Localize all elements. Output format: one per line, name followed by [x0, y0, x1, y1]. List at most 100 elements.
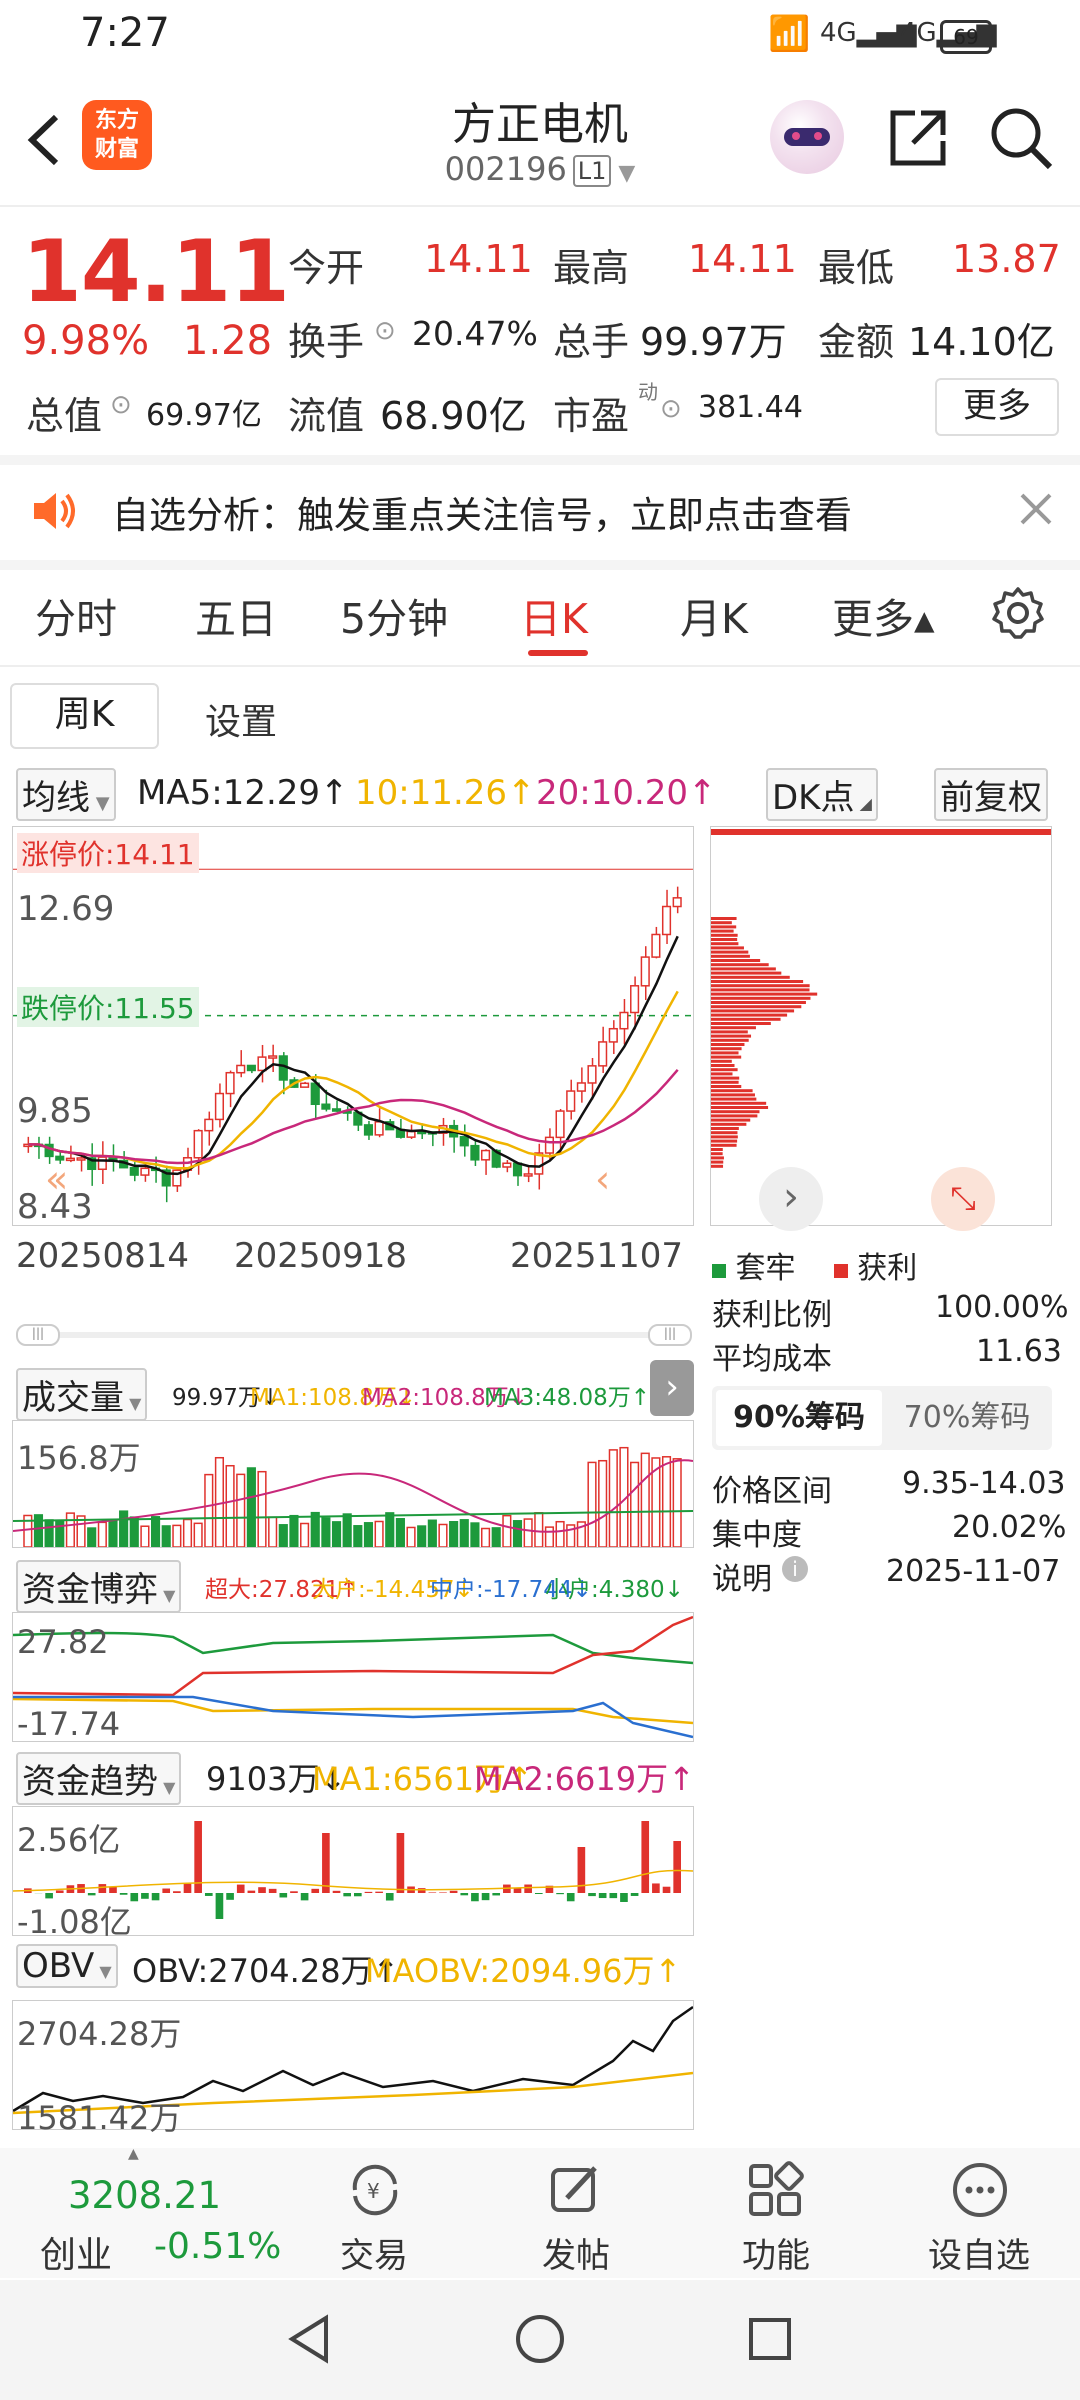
dk-point-button[interactable]: DK点 ◢ — [766, 768, 878, 821]
tab-5min[interactable]: 5分钟 — [340, 585, 448, 645]
add-favorite-button[interactable]: 设自选 — [910, 2148, 1050, 2278]
pe-label: 市盈 — [553, 394, 630, 438]
ai-assistant-avatar[interactable] — [770, 100, 844, 174]
tab-more[interactable]: 更多▴ — [832, 585, 935, 645]
obv-chart[interactable]: 2704.28万 1581.42万 — [12, 2000, 694, 2137]
expand-icon[interactable]: ⤡ — [931, 1167, 995, 1231]
fund-trend-bar — [183, 1883, 192, 1893]
volume-chart[interactable]: 156.8万 — [12, 1420, 694, 1548]
function-button[interactable]: 功能 — [720, 2148, 830, 2278]
tab-five-day[interactable]: 五日 — [195, 585, 277, 645]
fund-game-chart[interactable]: 27.82 -17.74 — [12, 1612, 694, 1743]
grid-icon — [745, 2160, 805, 2224]
turnover-label: 换手 — [288, 320, 365, 364]
range-scrollbar[interactable]: ||| ||| — [16, 1324, 692, 1346]
settings-link[interactable]: 设置 — [205, 693, 277, 745]
info-icon[interactable]: ⊙ — [374, 316, 396, 346]
candle-body — [480, 1149, 491, 1161]
index-name: 创业 — [40, 2235, 113, 2276]
info-icon[interactable]: ⊙ — [110, 390, 132, 420]
volume-bar — [129, 1516, 139, 1547]
volume-bar — [459, 1519, 469, 1547]
more-button[interactable]: 更多 — [935, 378, 1059, 436]
chip-bar — [711, 1022, 771, 1025]
chip-bar — [711, 992, 818, 996]
info-icon[interactable]: i — [782, 1556, 808, 1582]
home-nav-icon[interactable] — [513, 2312, 567, 2370]
chip-bar — [711, 1135, 738, 1139]
indicator-selector-fund-game[interactable]: 资金博弈 ▼ — [16, 1560, 182, 1613]
info-icon[interactable]: ⊙ — [660, 394, 682, 424]
post-button[interactable]: 发帖 — [520, 2148, 630, 2278]
chip-bar — [711, 1156, 724, 1160]
price-range-value: 9.35-14.03 — [902, 1466, 1066, 1501]
volume-bar — [534, 1512, 544, 1547]
candle-body — [246, 1064, 256, 1072]
back-nav-icon[interactable] — [282, 2312, 336, 2370]
float-label: 流值 — [288, 394, 365, 438]
tab-daily-k[interactable]: 日K — [520, 585, 588, 645]
x-label-2: 20250918 — [234, 1236, 408, 1276]
signal-banner[interactable]: 自选分析：触发重点关注信号，立即点击查看 — [0, 465, 1080, 560]
chevron-right-icon[interactable]: › — [759, 1167, 823, 1231]
fund-trend-bar — [449, 1890, 458, 1893]
scroll-left-icon[interactable]: « — [45, 1157, 68, 1201]
ma-selector[interactable]: 均线 ▼ — [16, 768, 116, 821]
tab-monthly-k[interactable]: 月K — [680, 585, 748, 645]
volume-bar — [608, 1449, 618, 1547]
fund-trend-bar — [385, 1893, 394, 1901]
x-label-1: 20250814 — [16, 1236, 190, 1276]
fund-trend-bar — [173, 1891, 181, 1893]
chip-distribution-chart[interactable]: › ⤡ — [710, 826, 1052, 1231]
system-nav-bar — [0, 2280, 1080, 2400]
indicator-selector-fund-trend[interactable]: 资金趋势 ▼ — [16, 1752, 182, 1805]
candle-body — [257, 1056, 267, 1072]
fund-trend-ma2: MA2:6619万↑ — [474, 1760, 695, 1798]
gear-icon[interactable] — [990, 585, 1046, 645]
tab-chip-70[interactable]: 70%筹码 — [884, 1390, 1050, 1446]
chip-bar — [711, 938, 738, 941]
kline-chart[interactable]: 涨停价:14.11 12.69 跌停价:11.55 9.85 8.43 « ‹ — [12, 826, 694, 1227]
chip-bar — [711, 1043, 745, 1046]
fund-trend-chart[interactable]: 2.56亿 -1.08亿 — [12, 1806, 694, 1941]
chip-bar — [711, 975, 790, 979]
candle-body — [331, 1108, 342, 1112]
change-percent: 9.98% — [22, 318, 150, 364]
candle-body — [598, 1041, 608, 1067]
fund-trend-bar — [492, 1893, 501, 1896]
maobv-value: MAOBV:2094.96万↑ — [365, 1952, 682, 1990]
add-favorite-label: 设自选 — [928, 2236, 1030, 2276]
section-gap — [0, 560, 1080, 570]
section-gap — [0, 455, 1080, 465]
chip-bar — [711, 1114, 758, 1118]
candle-body — [374, 1121, 384, 1136]
volume-bar — [385, 1512, 395, 1547]
scroll-right-icon[interactable]: ‹ — [595, 1157, 610, 1201]
tab-intraday[interactable]: 分时 — [35, 585, 117, 645]
search-icon[interactable] — [988, 105, 1054, 175]
candle-body — [140, 1167, 150, 1176]
close-icon[interactable] — [1018, 491, 1054, 531]
volume-bar — [150, 1516, 161, 1547]
collapse-panel-button[interactable]: › — [650, 1360, 694, 1416]
volume-bar — [363, 1522, 374, 1547]
chip-legend: 套牢 获利 — [712, 1243, 917, 1287]
trade-button[interactable]: ¥ 交易 — [320, 2148, 430, 2278]
candle-body — [651, 933, 661, 958]
chip-bar — [711, 1009, 795, 1013]
adjust-mode-button[interactable]: 前复权 — [934, 768, 1048, 821]
fund-trend-bar — [279, 1893, 288, 1898]
chip-bar — [711, 1122, 747, 1126]
volume-bar — [225, 1464, 235, 1547]
tab-chip-90[interactable]: 90%筹码 — [716, 1390, 882, 1446]
indicator-selector-volume[interactable]: 成交量 ▼ — [16, 1368, 148, 1421]
tab-weekly-k[interactable]: 周K — [10, 683, 159, 749]
volume-bar — [278, 1524, 288, 1547]
share-icon[interactable] — [885, 105, 951, 175]
fund-trend-bar — [460, 1893, 469, 1896]
index-widget[interactable]: ▲ 3208.21 创业 -0.51% — [0, 2146, 281, 2278]
indicator-selector-obv[interactable]: OBV ▼ — [16, 1944, 118, 1988]
header-divider — [0, 205, 1080, 207]
chip-bar — [711, 1101, 767, 1105]
recents-nav-icon[interactable] — [743, 2312, 797, 2370]
